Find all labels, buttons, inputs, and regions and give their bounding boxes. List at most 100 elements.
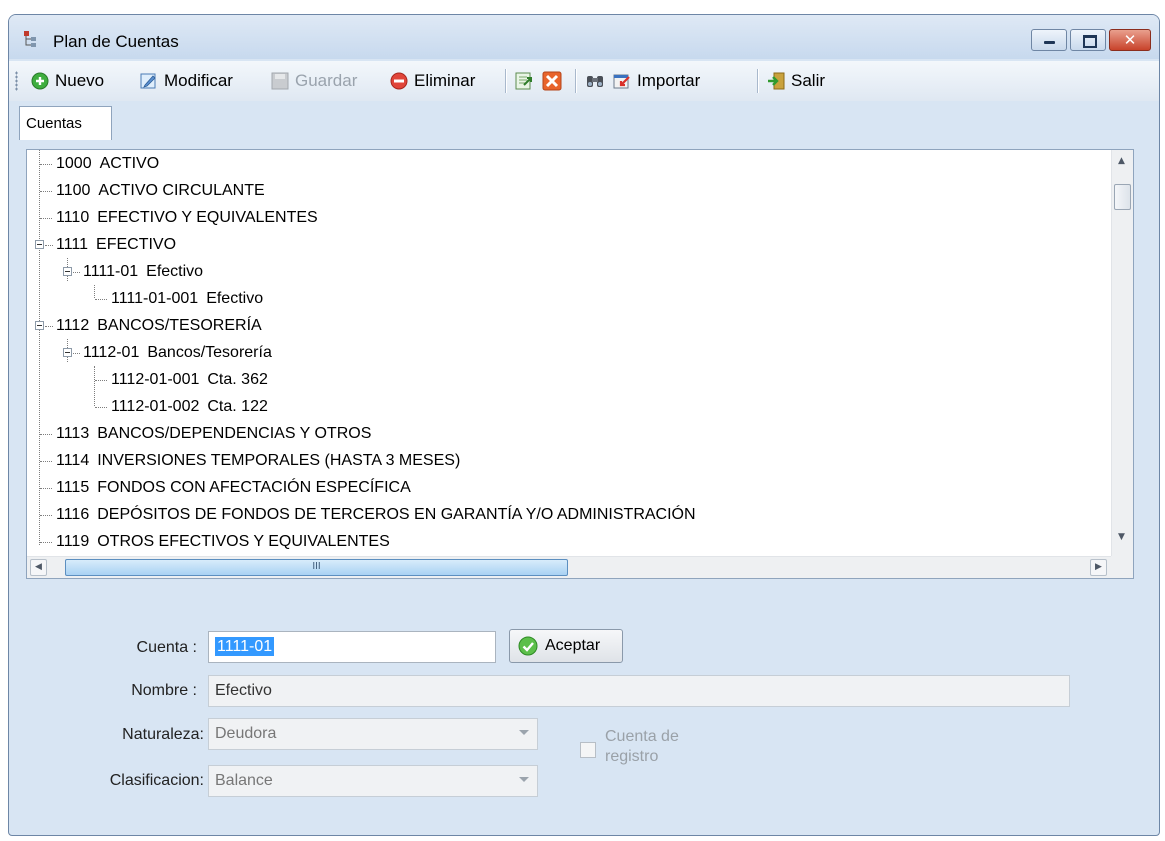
collapse-icon[interactable] [35,321,44,330]
account-form: Cuenta : 1111-01 Aceptar Nombre : Efecti… [9,615,1159,835]
node-name: Bancos/Tesorería [147,344,272,361]
import-icon [613,74,630,89]
scroll-up-icon[interactable]: ▲ [1118,156,1125,166]
node-name: DEPÓSITOS DE FONDOS DE TERCEROS EN GARAN… [97,506,696,523]
cuenta-registro-checkbox[interactable] [580,742,596,758]
clasificacion-select[interactable]: Balance [208,765,538,797]
tree-node[interactable]: 1112-01-001 Cta. 362 [111,366,268,393]
salir-label: Salir [791,71,826,90]
tree-connector [40,488,52,489]
tree-node[interactable]: 1111 EFECTIVO [56,231,176,258]
tree-node[interactable]: 1112-01 Bancos/Tesorería [83,339,272,366]
tree-node[interactable]: 1112 BANCOS/TESORERÍA [56,312,262,339]
node-code: 1000 [56,155,92,172]
vertical-scrollbar[interactable]: ▲ ▼ [1111,150,1133,556]
save-icon [271,72,289,90]
search-binoculars-icon[interactable] [585,71,605,91]
nuevo-button[interactable]: Nuevo [31,70,104,92]
plan-de-cuentas-window: Plan de Cuentas ✕ Nuevo Modificar Guarda… [8,14,1160,836]
cuenta-input[interactable]: 1111-01 [208,631,496,663]
tree-connector [95,299,107,300]
guardar-button[interactable]: Guardar [271,70,357,92]
nombre-label: Nombre : [131,682,197,699]
node-name: OTROS EFECTIVOS Y EQUIVALENTES [97,533,390,550]
horizontal-scroll-thumb[interactable]: III [65,559,568,576]
tree-connector [40,191,52,192]
maximize-icon [1083,35,1097,48]
node-name: FONDOS CON AFECTACIÓN ESPECÍFICA [97,479,411,496]
scroll-right-button[interactable]: ▶ [1090,559,1107,576]
horizontal-scrollbar[interactable]: ◀ III ▶ [27,556,1113,578]
collapse-icon[interactable] [63,267,72,276]
node-name: Cta. 362 [207,371,268,388]
tab-cuentas[interactable]: Cuentas [19,106,112,140]
scroll-right-icon: ▶ [1095,562,1102,572]
nuevo-label: Nuevo [55,71,105,90]
tree-node[interactable]: 1100 ACTIVO CIRCULANTE [56,177,265,204]
cuenta-registro-label-line2: registro [605,748,659,765]
naturaleza-select[interactable]: Deudora [208,718,538,750]
tree-node[interactable]: 1111-01 Efectivo [83,258,203,285]
node-code: 1110 [56,209,90,226]
aceptar-button[interactable]: Aceptar [509,629,623,663]
tree-connector [95,380,107,381]
minimize-button[interactable] [1031,29,1067,51]
maximize-button[interactable] [1070,29,1106,51]
collapse-icon[interactable] [35,240,44,249]
tree-node[interactable]: 1000 ACTIVO [56,150,159,177]
clasificacion-value: Balance [215,772,273,789]
tree-node[interactable]: 1112-01-002 Cta. 122 [111,393,268,420]
modificar-button[interactable]: Modificar [140,70,233,92]
tree-node[interactable]: 1111-01-001 Efectivo [111,285,263,312]
tree-node[interactable]: 1114 INVERSIONES TEMPORALES (HASTA 3 MESE… [56,447,460,474]
vertical-scroll-thumb[interactable] [1114,184,1131,210]
scroll-down-icon[interactable]: ▼ [1118,532,1125,542]
node-name: Efectivo [146,263,204,280]
node-code: 1113 [56,425,90,442]
toolbar-separator [575,69,576,93]
nombre-value: Efectivo [215,682,272,699]
tree-connector [94,366,95,406]
tree-node[interactable]: 1116 DEPÓSITOS DE FONDOS DE TERCEROS EN G… [56,501,696,528]
toolbar-separator [757,69,758,93]
aceptar-label: Aceptar [545,637,601,654]
tree-connector [39,150,40,545]
node-code: 1112-01 [83,344,140,361]
salir-button[interactable]: Salir [767,70,825,92]
window-controls: ✕ [1031,29,1151,51]
node-name: INVERSIONES TEMPORALES (HASTA 3 MESES) [97,452,461,469]
minimize-icon [1044,41,1055,44]
tree-connector [40,434,52,435]
tree-node[interactable]: 1119 OTROS EFECTIVOS Y EQUIVALENTES [56,528,390,555]
tree-connector [40,461,52,462]
scroll-left-button[interactable]: ◀ [30,559,47,576]
toolbar-separator [505,69,506,93]
node-code: 1112 [56,317,90,334]
importar-label: Importar [637,71,701,90]
cuenta-value: 1111-01 [215,637,275,656]
close-button[interactable]: ✕ [1109,29,1151,51]
export-excel-icon[interactable] [514,71,534,91]
tree-node[interactable]: 1115 FONDOS CON AFECTACIÓN ESPECÍFICA [56,474,411,501]
delete-icon [390,72,408,90]
cuenta-registro-label: Cuenta de registro [605,727,679,767]
accounts-tree[interactable]: 1000 ACTIVO 1100 ACTIVO CIRCULANTE 1110 EFE… [26,149,1134,579]
tree-node[interactable]: 1110 EFECTIVO Y EQUIVALENTES [56,204,318,231]
toolbar-grip[interactable] [15,71,18,91]
exit-door-icon [768,72,785,90]
node-name: BANCOS/TESORERÍA [97,317,262,334]
importar-button[interactable]: Importar [613,70,700,92]
edit-icon [140,73,156,89]
tree-node[interactable]: 1113 BANCOS/DEPENDENCIAS Y OTROS [56,420,371,447]
scrollbar-corner [1111,556,1133,578]
collapse-icon[interactable] [63,348,72,357]
node-code: 1114 [56,452,90,469]
cancel-icon[interactable] [542,71,562,91]
guardar-label: Guardar [295,71,358,90]
title-bar: Plan de Cuentas ✕ [9,15,1159,59]
eliminar-button[interactable]: Eliminar [390,70,475,92]
nombre-field[interactable]: Efectivo [208,675,1070,707]
cuenta-registro-label-line1: Cuenta de [605,728,679,745]
node-name: ACTIVO CIRCULANTE [98,182,265,199]
cuenta-label: Cuenta : [136,639,197,656]
